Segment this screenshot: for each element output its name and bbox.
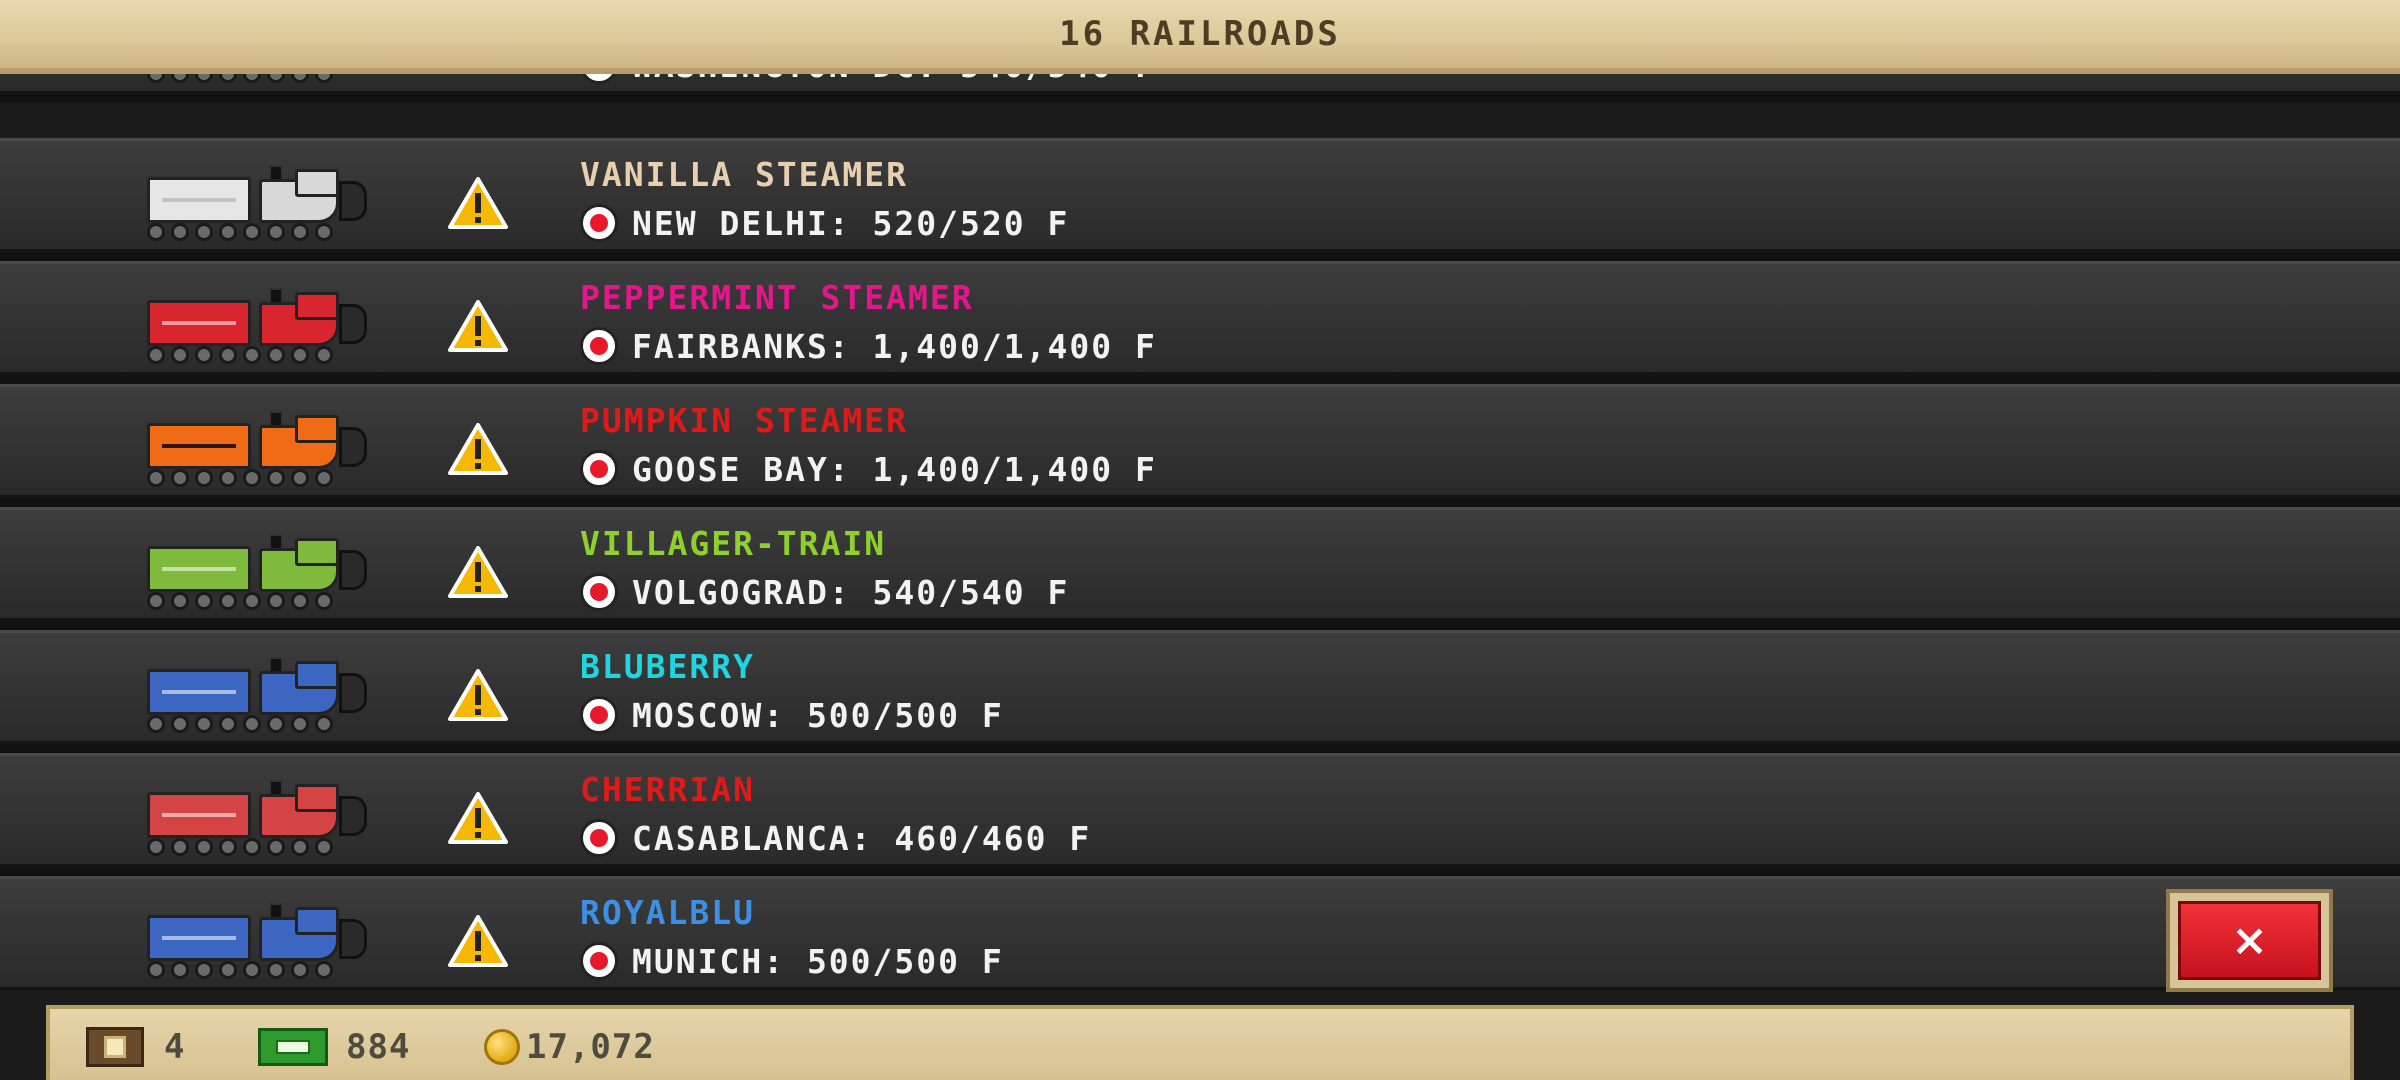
- warning-icon[interactable]: [448, 792, 508, 844]
- train-list[interactable]: WASHINGTON DC: 540/540 F VANILLA STEAMER…: [0, 0, 2400, 1000]
- route-text: FAIRBANKS: 1,400/1,400 F: [632, 326, 1157, 366]
- train-sprite: [147, 409, 372, 487]
- train-name: BLUBERRY: [580, 647, 755, 686]
- train-name: VANILLA STEAMER: [580, 155, 909, 194]
- train-name: VILLAGER-TRAIN: [580, 524, 887, 563]
- train-row[interactable]: CHERRIAN CASABLANCA: 460/460 F: [0, 753, 2400, 868]
- train-name: PUMPKIN STEAMER: [580, 401, 909, 440]
- coin-icon: [484, 1029, 520, 1065]
- train-row[interactable]: VILLAGER-TRAIN VOLGOGRAD: 540/540 F: [0, 507, 2400, 622]
- page-title: 16 RAILROADS: [1059, 14, 1341, 54]
- route-text: GOOSE BAY: 1,400/1,400 F: [632, 449, 1157, 489]
- cash-value: 884: [346, 1027, 411, 1067]
- train-row[interactable]: VANILLA STEAMER NEW DELHI: 520/520 F: [0, 138, 2400, 253]
- warning-icon[interactable]: [448, 669, 508, 721]
- warning-icon[interactable]: [448, 546, 508, 598]
- station-icon: [580, 204, 618, 242]
- train-row[interactable]: PUMPKIN STEAMER GOOSE BAY: 1,400/1,400 F: [0, 384, 2400, 499]
- train-row[interactable]: ROYALBLU MUNICH: 500/500 F: [0, 876, 2400, 991]
- station-icon: [580, 573, 618, 611]
- header-bar: 16 RAILROADS: [0, 0, 2400, 74]
- train-row[interactable]: PEPPERMINT STEAMER FAIRBANKS: 1,400/1,40…: [0, 261, 2400, 376]
- train-route: VOLGOGRAD: 540/540 F: [580, 572, 1069, 612]
- status-bar: 4 884 17,072: [46, 1005, 2354, 1080]
- crates-counter[interactable]: 4: [86, 1027, 185, 1067]
- train-sprite: [147, 655, 372, 733]
- train-route: MOSCOW: 500/500 F: [580, 695, 1004, 735]
- station-icon: [580, 942, 618, 980]
- station-icon: [580, 327, 618, 365]
- crate-icon: [86, 1027, 144, 1067]
- train-sprite: [147, 286, 372, 364]
- route-text: NEW DELHI: 520/520 F: [632, 203, 1070, 243]
- station-icon: [580, 696, 618, 734]
- crates-value: 4: [164, 1027, 186, 1067]
- coins-counter[interactable]: 17,072: [484, 1027, 655, 1067]
- train-name: PEPPERMINT STEAMER: [580, 278, 974, 317]
- train-route: GOOSE BAY: 1,400/1,400 F: [580, 449, 1157, 489]
- station-icon: [580, 450, 618, 488]
- cash-icon: [258, 1028, 328, 1066]
- route-text: VOLGOGRAD: 540/540 F: [632, 572, 1070, 612]
- train-route: CASABLANCA: 460/460 F: [580, 818, 1091, 858]
- train-name: CHERRIAN: [580, 770, 755, 809]
- route-text: CASABLANCA: 460/460 F: [632, 818, 1092, 858]
- route-text: MOSCOW: 500/500 F: [632, 695, 1004, 735]
- train-sprite: [147, 532, 372, 610]
- railroads-screen: WASHINGTON DC: 540/540 F VANILLA STEAMER…: [0, 0, 2400, 1080]
- warning-icon[interactable]: [448, 177, 508, 229]
- close-button[interactable]: ×: [2166, 889, 2333, 992]
- train-name: ROYALBLU: [580, 893, 755, 932]
- train-row[interactable]: BLUBERRY MOSCOW: 500/500 F: [0, 630, 2400, 745]
- train-route: NEW DELHI: 520/520 F: [580, 203, 1069, 243]
- warning-icon[interactable]: [448, 915, 508, 967]
- train-route: MUNICH: 500/500 F: [580, 941, 1004, 981]
- close-icon[interactable]: ×: [2178, 901, 2321, 980]
- coins-value: 17,072: [526, 1027, 655, 1067]
- train-route: FAIRBANKS: 1,400/1,400 F: [580, 326, 1157, 366]
- warning-icon[interactable]: [448, 423, 508, 475]
- train-sprite: [147, 778, 372, 856]
- station-icon: [580, 819, 618, 857]
- train-sprite: [147, 163, 372, 241]
- train-sprite: [147, 901, 372, 979]
- cash-counter[interactable]: 884: [258, 1027, 410, 1067]
- route-text: MUNICH: 500/500 F: [632, 941, 1004, 981]
- warning-icon[interactable]: [448, 300, 508, 352]
